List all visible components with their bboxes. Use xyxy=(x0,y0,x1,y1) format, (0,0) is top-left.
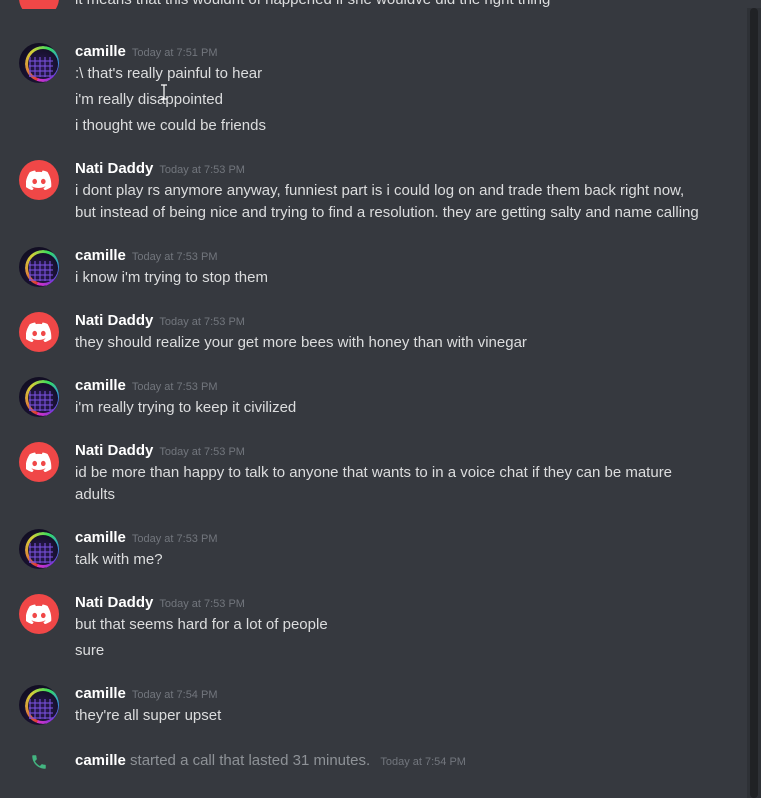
message-text: id be more than happy to talk to anyone … xyxy=(75,464,673,481)
message-text: i know i'm trying to stop them xyxy=(75,269,268,286)
timestamp: Today at 7:54 PM xyxy=(131,689,218,701)
phone-icon xyxy=(32,755,46,769)
message-text: :\ that's really painful to hear xyxy=(75,65,263,82)
avatar[interactable] xyxy=(19,594,59,634)
timestamp: Today at 7:53 PM xyxy=(159,446,245,458)
partial-message: it means that this wouldnt of happened i… xyxy=(0,0,761,9)
username[interactable]: Nati Daddy xyxy=(75,312,153,329)
avatar[interactable] xyxy=(19,247,59,287)
message-text: they're all super upset xyxy=(75,707,222,724)
timestamp: Today at 7:53 PM xyxy=(159,598,245,610)
timestamp: Today at 7:53 PM xyxy=(131,381,218,393)
message-text: adults xyxy=(75,486,116,503)
call-text: started a call that lasted 31 minutes. xyxy=(130,752,371,769)
avatar[interactable] xyxy=(19,529,59,569)
avatar[interactable] xyxy=(19,685,59,725)
username[interactable]: Nati Daddy xyxy=(75,160,153,177)
discord-logo-icon xyxy=(26,604,52,624)
message-text: sure xyxy=(75,642,105,659)
discord-logo-icon xyxy=(26,322,52,342)
username[interactable]: Nati Daddy xyxy=(75,594,153,611)
avatar[interactable] xyxy=(19,442,59,482)
username[interactable]: camille xyxy=(75,43,126,60)
discord-logo-icon xyxy=(26,170,52,190)
message-text: but instead of being nice and trying to … xyxy=(75,204,699,221)
username[interactable]: camille xyxy=(75,377,126,394)
avatar[interactable] xyxy=(19,377,59,417)
avatar[interactable] xyxy=(19,0,59,9)
username[interactable]: camille xyxy=(75,247,126,264)
timestamp: Today at 7:54 PM xyxy=(380,756,466,768)
avatar[interactable] xyxy=(19,312,59,352)
timestamp: Today at 7:53 PM xyxy=(131,251,218,263)
text-cursor-icon xyxy=(161,84,167,100)
message-text: i'm really trying to keep it civilized xyxy=(75,399,297,416)
message-text: but that seems hard for a lot of people xyxy=(75,616,328,633)
timestamp: Today at 7:51 PM xyxy=(131,47,218,59)
username[interactable]: camille xyxy=(75,752,126,769)
username[interactable]: camille xyxy=(75,685,126,702)
avatar[interactable] xyxy=(19,43,59,83)
scrollbar-thumb[interactable] xyxy=(750,8,758,798)
chat-messages: it means that this wouldnt of happened i… xyxy=(0,0,747,798)
message-text: i'm really disappointed xyxy=(75,91,223,108)
message-text: it means that this wouldnt of happened i… xyxy=(75,0,550,9)
username[interactable]: camille xyxy=(75,529,126,546)
message-text: they should realize your get more bees w… xyxy=(75,334,527,351)
discord-logo-icon xyxy=(26,452,52,472)
timestamp: Today at 7:53 PM xyxy=(159,164,245,176)
message-text: i thought we could be friends xyxy=(75,117,266,134)
username[interactable]: Nati Daddy xyxy=(75,442,153,459)
message-text: i dont play rs anymore anyway, funniest … xyxy=(75,182,685,199)
message-text: talk with me? xyxy=(75,551,163,568)
timestamp: Today at 7:53 PM xyxy=(159,316,245,328)
avatar[interactable] xyxy=(19,160,59,200)
scrollbar[interactable] xyxy=(747,8,761,798)
timestamp: Today at 7:53 PM xyxy=(131,533,218,545)
